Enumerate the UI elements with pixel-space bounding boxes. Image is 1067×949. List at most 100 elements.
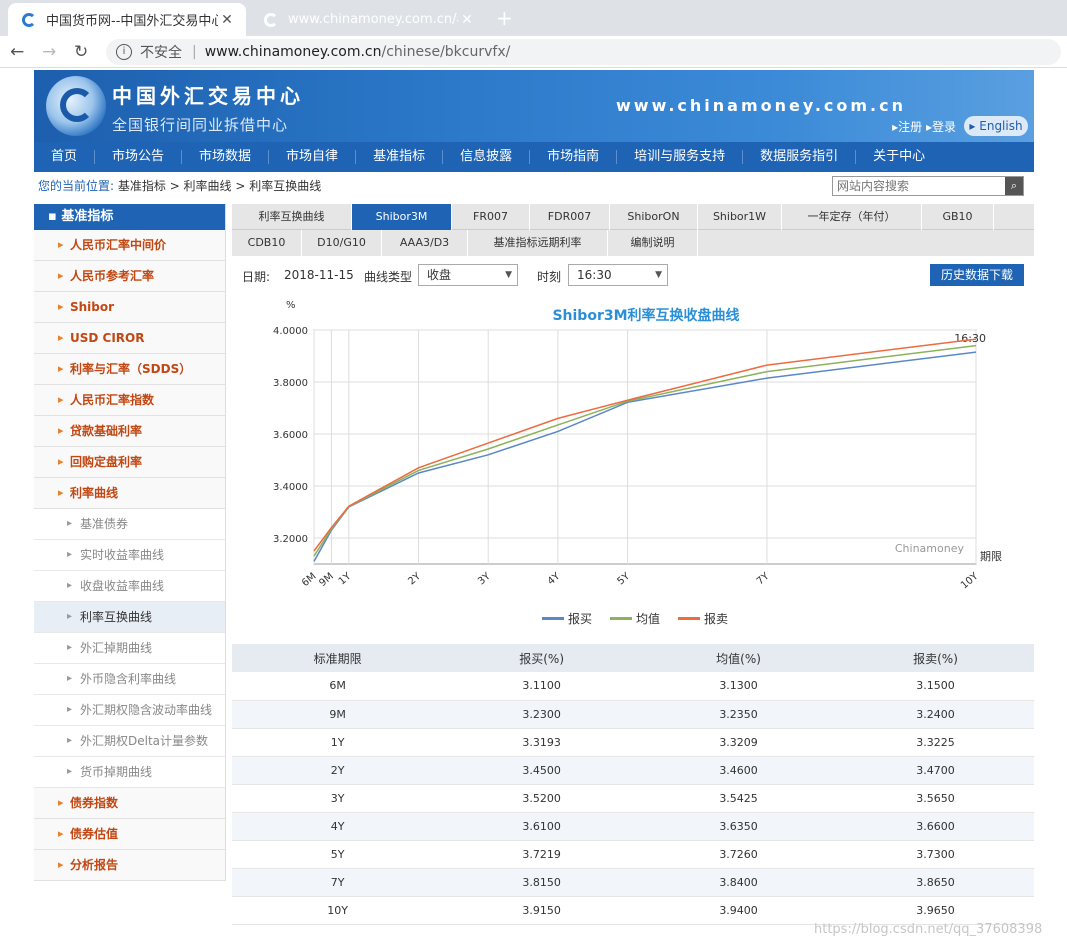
register-link[interactable]: ▸注册 xyxy=(892,120,922,134)
sidebar-item-label: Shibor xyxy=(70,300,115,314)
index-tab[interactable]: 编制说明 xyxy=(608,230,698,256)
time-select[interactable]: 16:30 ▼ xyxy=(568,264,668,286)
table-cell: 10Y xyxy=(232,896,444,925)
filter-bar: 日期: 2018-11-15 曲线类型 收盘 ▼ 时刻 16:30 ▼ 历史数据下载 xyxy=(232,258,1034,294)
sidebar-item[interactable]: 债券估值 xyxy=(34,819,225,850)
legend-item[interactable]: 均值 xyxy=(610,610,660,627)
close-tab-icon[interactable]: ✕ xyxy=(458,12,476,28)
index-tab[interactable]: CDB10 xyxy=(232,230,302,256)
table-cell: 3.5425 xyxy=(640,784,838,813)
info-icon[interactable]: i xyxy=(116,44,132,60)
address-bar[interactable]: i 不安全 | www.chinamoney.com.cn /chinese/b… xyxy=(106,39,1061,65)
table-cell: 2Y xyxy=(232,756,444,785)
sidebar-item[interactable]: 分析报告 xyxy=(34,850,225,881)
sidebar-subitem[interactable]: 基准债券 xyxy=(34,509,225,540)
main-nav-item[interactable]: 市场自律 xyxy=(269,150,357,164)
sidebar-subitem[interactable]: 收盘收益率曲线 xyxy=(34,571,225,602)
curve-type-label: 曲线类型 xyxy=(364,270,413,284)
close-tab-icon[interactable]: ✕ xyxy=(218,12,236,28)
sidebar-item[interactable]: 人民币汇率中间价 xyxy=(34,230,225,261)
sidebar-item-label: 人民币参考汇率 xyxy=(70,269,155,283)
curve-type-select[interactable]: 收盘 ▼ xyxy=(418,264,518,286)
index-tab[interactable]: Shibor1W xyxy=(698,204,782,230)
index-tab[interactable]: FR007 xyxy=(452,204,530,230)
sidebar-item-label: 利率曲线 xyxy=(70,486,119,500)
table-header: 报买(%) xyxy=(443,644,641,672)
sidebar-subitem[interactable]: 外汇期权隐含波动率曲线 xyxy=(34,695,225,726)
main-nav-item[interactable]: 首页 xyxy=(34,150,96,164)
index-tab[interactable]: Shibor3M xyxy=(352,204,452,230)
index-tab[interactable]: FDR007 xyxy=(530,204,610,230)
sidebar-subitem[interactable]: 货币掉期曲线 xyxy=(34,757,225,788)
reload-icon[interactable]: ↻ xyxy=(74,42,88,62)
sidebar-item[interactable]: 利率曲线 xyxy=(34,478,225,509)
sidebar-item[interactable]: 贷款基础利率 xyxy=(34,416,225,447)
main-nav-item[interactable]: 关于中心 xyxy=(856,150,942,164)
logo-subtitle: 全国银行间同业拆借中心 xyxy=(112,116,289,134)
sidebar-subitem[interactable]: 外汇期权Delta计量参数 xyxy=(34,726,225,757)
history-download-button[interactable]: 历史数据下载 xyxy=(930,264,1024,286)
search-input[interactable] xyxy=(833,177,1005,195)
index-tab[interactable]: AAA3/D3 xyxy=(382,230,468,256)
forward-arrow-icon[interactable]: → xyxy=(42,42,56,62)
new-tab-icon[interactable]: + xyxy=(496,6,513,30)
curve-table: 标准期限 报买(%) 均值(%) 报卖(%) 6M 3.1100 3.1300 3.1500… xyxy=(232,644,1034,925)
index-tab[interactable]: 基准指标远期利率 xyxy=(468,230,608,256)
table-cell: 3.9150 xyxy=(443,896,641,925)
main-nav-item[interactable]: 培训与服务支持 xyxy=(617,150,744,164)
chart-watermark: Chinamoney xyxy=(895,542,965,555)
table-header: 均值(%) xyxy=(640,644,838,672)
table-row: 5Y 3.7219 3.7260 3.7300 xyxy=(232,840,1034,869)
english-button[interactable]: ▸ English xyxy=(964,116,1028,136)
browser-toolbar: ← → ↻ i 不安全 | www.chinamoney.com.cn /chi… xyxy=(0,36,1067,68)
table-cell: 5Y xyxy=(232,840,444,869)
sidebar-item-label: 人民币汇率指数 xyxy=(70,393,155,407)
legend-item[interactable]: 报买 xyxy=(542,610,592,627)
sidebar-item[interactable]: 回购定盘利率 xyxy=(34,447,225,478)
main-nav-item[interactable]: 信息披露 xyxy=(443,150,531,164)
sidebar-subitem[interactable]: 外币隐含利率曲线 xyxy=(34,664,225,695)
sidebar-item[interactable]: 利率与汇率（SDDS） xyxy=(34,354,225,385)
legend-swatch xyxy=(542,617,564,620)
table-row: 7Y 3.8150 3.8400 3.8650 xyxy=(232,868,1034,897)
table-cell: 3.5650 xyxy=(837,784,1034,813)
url-path: /chinese/bkcurvfx/ xyxy=(381,44,511,60)
login-link[interactable]: ▸登录 xyxy=(926,120,956,134)
sidebar-subitem[interactable]: 外汇掉期曲线 xyxy=(34,633,225,664)
x-tick-label: 4Y xyxy=(546,570,563,587)
sidebar-item-label: 债券估值 xyxy=(70,827,119,841)
table-cell: 3.7260 xyxy=(640,840,838,869)
sidebar-item[interactable]: 债券指数 xyxy=(34,788,225,819)
time-label: 时刻 xyxy=(537,270,562,284)
legend-item[interactable]: 报卖 xyxy=(678,610,728,627)
index-tab[interactable]: 利率互换曲线 xyxy=(232,204,352,230)
index-tab[interactable]: 一年定存（年付） xyxy=(782,204,922,230)
main-nav-item[interactable]: 基准指标 xyxy=(356,150,444,164)
sidebar-item[interactable]: USD CIROR xyxy=(34,323,225,354)
legend-label: 报买 xyxy=(568,612,593,626)
sidebar-item-label: 利率与汇率（SDDS） xyxy=(70,362,192,376)
main-nav-item[interactable]: 数据服务指引 xyxy=(743,150,857,164)
sidebar-subitem[interactable]: 实时收益率曲线 xyxy=(34,540,225,571)
back-arrow-icon[interactable]: ← xyxy=(10,42,24,62)
breadcrumb-path[interactable]: 基准指标 > 利率曲线 > 利率互换曲线 xyxy=(118,179,321,193)
date-value[interactable]: 2018-11-15 xyxy=(284,268,354,282)
sidebar-subitem[interactable]: 利率互换曲线 xyxy=(34,602,225,633)
main-nav-item[interactable]: 市场数据 xyxy=(182,150,270,164)
main-nav-item[interactable]: 市场指南 xyxy=(530,150,618,164)
index-tab[interactable]: GB10 xyxy=(922,204,994,230)
main-nav-item[interactable]: 市场公告 xyxy=(95,150,183,164)
index-tab[interactable]: ShiborON xyxy=(610,204,698,230)
sidebar-heading[interactable]: ▪ 基准指标 xyxy=(34,204,225,230)
sidebar-item[interactable]: Shibor xyxy=(34,292,225,323)
logo-icon[interactable] xyxy=(46,76,106,136)
sidebar-item[interactable]: 人民币参考汇率 xyxy=(34,261,225,292)
browser-tab-active[interactable]: 中国货币网--中国外汇交易中心主 ✕ xyxy=(8,3,246,36)
y-tick-label: 3.8000 xyxy=(273,378,308,389)
index-tab[interactable]: D10/G10 xyxy=(302,230,382,256)
browser-tab-inactive[interactable]: www.chinamoney.com.cn/ags/ ✕ xyxy=(250,3,486,36)
table-cell: 7Y xyxy=(232,868,444,897)
chart-title: Shibor3M利率互换收盘曲线 xyxy=(552,307,739,324)
search-icon[interactable]: ⌕ xyxy=(1005,177,1023,195)
sidebar-item[interactable]: 人民币汇率指数 xyxy=(34,385,225,416)
